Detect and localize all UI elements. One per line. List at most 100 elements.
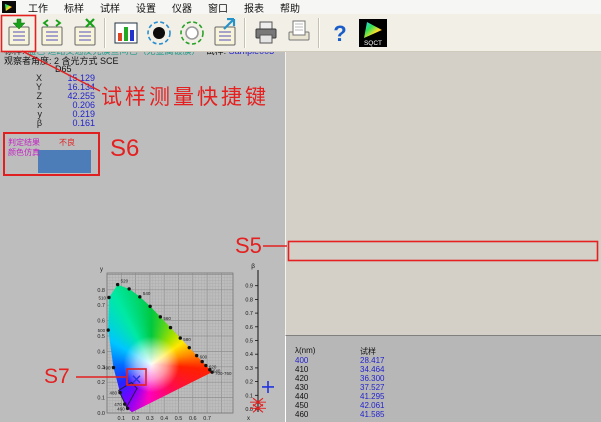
toolbar: ? SQCT bbox=[0, 14, 601, 52]
wavelength-value: 440 bbox=[295, 392, 308, 401]
app-logo-icon bbox=[2, 1, 16, 13]
svg-text:0.3: 0.3 bbox=[245, 366, 253, 372]
application-window: 工作标样试样设置仪器窗口报表帮助 bbox=[0, 0, 601, 422]
svg-text:0.5: 0.5 bbox=[245, 339, 253, 345]
print-button[interactable] bbox=[249, 15, 282, 50]
svg-text:470: 470 bbox=[114, 402, 122, 407]
readout-row-β: β0.161 bbox=[0, 118, 95, 128]
svg-text:0.1: 0.1 bbox=[97, 396, 105, 402]
browse-records-button[interactable] bbox=[35, 15, 68, 50]
menu-item-5[interactable]: 仪器 bbox=[164, 0, 200, 15]
wavelength-value: 450 bbox=[295, 401, 308, 410]
s7-annotation: S7 bbox=[44, 365, 70, 389]
svg-text:0.2: 0.2 bbox=[132, 416, 140, 422]
svg-text:510: 510 bbox=[98, 295, 106, 300]
sqct-logo-icon: SQCT bbox=[358, 18, 388, 48]
svg-text:x: x bbox=[247, 416, 250, 422]
menu-item-6[interactable]: 窗口 bbox=[200, 0, 236, 15]
beta-limit-marker bbox=[253, 398, 263, 406]
svg-text:0.1: 0.1 bbox=[245, 393, 253, 399]
measure-sample-button[interactable] bbox=[2, 15, 35, 50]
menu-item-8[interactable]: 帮助 bbox=[272, 0, 308, 15]
spectral-sample-value: 36.300 bbox=[360, 374, 384, 383]
calibrate-button[interactable] bbox=[175, 15, 208, 50]
color-simulation-label: 颜色仿真 bbox=[8, 147, 40, 158]
svg-text:0.1: 0.1 bbox=[117, 416, 125, 422]
svg-text:560: 560 bbox=[163, 316, 171, 321]
s6-annotation: S6 bbox=[110, 135, 139, 163]
svg-text:480: 480 bbox=[110, 391, 118, 396]
svg-text:0.6: 0.6 bbox=[97, 319, 105, 325]
white-circle-ring-icon bbox=[178, 18, 206, 48]
menu-item-4[interactable]: 设置 bbox=[128, 0, 164, 15]
beta-sample-marker bbox=[262, 381, 274, 393]
svg-text:620: 620 bbox=[209, 365, 217, 370]
svg-text:500: 500 bbox=[98, 328, 106, 333]
doc-arrow-down-icon bbox=[5, 18, 33, 48]
svg-text:0.7: 0.7 bbox=[203, 416, 211, 422]
color-simulation-swatch bbox=[38, 150, 91, 173]
svg-text:0.8: 0.8 bbox=[245, 297, 253, 303]
svg-text:0.6: 0.6 bbox=[245, 325, 253, 331]
doc-angle-brackets-icon bbox=[38, 18, 66, 48]
wavelength-value: 410 bbox=[295, 365, 308, 374]
spectral-sample-value: 28.417 bbox=[360, 356, 384, 365]
spectral-panel bbox=[285, 335, 601, 422]
wavelength-value: 400 bbox=[295, 356, 308, 365]
sqct-button[interactable]: SQCT bbox=[356, 15, 389, 50]
print-preview-icon bbox=[285, 18, 313, 48]
toolbar-separator bbox=[244, 18, 246, 48]
svg-text:490: 490 bbox=[103, 366, 111, 371]
svg-text:0.0: 0.0 bbox=[97, 411, 105, 417]
doc-arrow-out-icon bbox=[211, 18, 239, 48]
s5-annotation: S5 bbox=[235, 233, 262, 259]
svg-text:0.3: 0.3 bbox=[97, 365, 105, 371]
wavelength-header: λ(nm) bbox=[295, 346, 315, 355]
svg-text:460: 460 bbox=[117, 406, 125, 411]
svg-text:0.5: 0.5 bbox=[175, 416, 183, 422]
shortcut-annotation: 试样测量快捷键 bbox=[101, 81, 269, 111]
judgment-result-value: 不良 bbox=[59, 137, 75, 148]
menu-item-2[interactable]: 标样 bbox=[56, 0, 92, 15]
wavelength-value: 430 bbox=[295, 383, 308, 392]
svg-text:640: 640 bbox=[213, 369, 221, 374]
menu-item-3[interactable]: 试样 bbox=[92, 0, 128, 15]
black-circle-target-icon bbox=[145, 18, 173, 48]
svg-text:0.7: 0.7 bbox=[97, 303, 105, 309]
svg-text:540: 540 bbox=[143, 291, 151, 296]
wavelength-value: 460 bbox=[295, 410, 308, 419]
export-button[interactable] bbox=[208, 15, 241, 50]
question-mark-icon: ? bbox=[326, 18, 354, 48]
svg-text:520: 520 bbox=[121, 279, 129, 284]
svg-text:0.4: 0.4 bbox=[245, 352, 253, 358]
beta-limit-marker bbox=[253, 404, 263, 412]
spectral-sample-value: 42.061 bbox=[360, 401, 384, 410]
bar-chart-icon bbox=[112, 18, 140, 48]
svg-text:0.6: 0.6 bbox=[189, 416, 197, 422]
svg-text:0.5: 0.5 bbox=[97, 334, 105, 340]
menu-item-1[interactable]: 工作 bbox=[20, 0, 56, 15]
doc-x-icon bbox=[71, 18, 99, 48]
toolbar-separator bbox=[318, 18, 320, 48]
wavelength-value: 420 bbox=[295, 374, 308, 383]
svg-text:0.7: 0.7 bbox=[245, 311, 253, 317]
spectral-sample-value: 41.585 bbox=[360, 410, 384, 419]
spectral-sample-value: 41.295 bbox=[360, 392, 384, 401]
target-measure-button[interactable] bbox=[142, 15, 175, 50]
print-preview-button[interactable] bbox=[282, 15, 315, 50]
chromaticity-diagram bbox=[107, 273, 233, 413]
svg-text:y: y bbox=[100, 267, 103, 273]
menu-item-7[interactable]: 报表 bbox=[236, 0, 272, 15]
svg-text:0.2: 0.2 bbox=[245, 380, 253, 386]
toolbar-separator bbox=[104, 18, 106, 48]
svg-text:0.3: 0.3 bbox=[146, 416, 154, 422]
help-button[interactable]: ? bbox=[323, 15, 356, 50]
delete-record-button[interactable] bbox=[68, 15, 101, 50]
svg-text:0.2: 0.2 bbox=[97, 380, 105, 386]
svg-text:β: β bbox=[251, 263, 255, 270]
svg-text:0.9: 0.9 bbox=[245, 284, 253, 290]
svg-text:0.4: 0.4 bbox=[97, 349, 105, 355]
menu-bar: 工作标样试样设置仪器窗口报表帮助 bbox=[0, 0, 601, 14]
chart-view-button[interactable] bbox=[109, 15, 142, 50]
svg-text:0.8: 0.8 bbox=[97, 288, 105, 294]
